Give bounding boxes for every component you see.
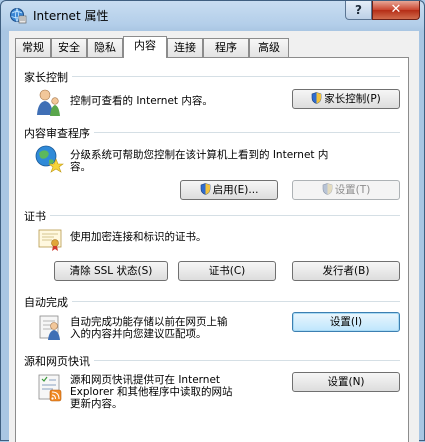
window-title: Internet 属性 [33,9,109,23]
uac-shield-icon [311,92,322,104]
group-divider [28,76,400,77]
enable-button-label: 启用(E)... [212,184,259,196]
content-advisor-icon [35,145,64,173]
uac-shield-icon [200,183,210,195]
feeds-description-line2: Explorer 和其他程序中读取的网站 [70,386,233,398]
internet-properties-window: Internet 属性 ? ✕ 常规 安全 隐私 内容 连接 程序 高级 家长控… [0,0,425,442]
feeds-icon [38,374,62,402]
parental-controls-description: 控制可查看的 Internet 内容。 [70,95,213,107]
help-button[interactable]: ? [345,1,372,20]
feeds-description-line1: 源和网页快讯提供可在 Internet [70,374,221,386]
autocomplete-description-line1: 自动完成功能存储以前在网页上输 [70,316,228,328]
autocomplete-description-line2: 入的内容并向您建议匹配项。 [70,328,207,340]
close-button[interactable]: ✕ [372,1,420,20]
tab-security[interactable]: 安全 [51,38,87,57]
content-advisor-description-line1: 分级系统可帮助您控制在该计算机上看到的 Internet 内 [70,149,329,161]
group-divider [28,301,400,302]
content-advisor-heading: 内容审查程序 [24,125,94,141]
parental-controls-button-label: 家长控制(P) [324,93,381,105]
uac-shield-icon [322,183,332,195]
feeds-description-line3: 更新内容。 [70,398,123,410]
enable-content-advisor-button[interactable]: 启用(E)... [180,180,278,200]
autocomplete-settings-button[interactable]: 设置(I) [292,312,400,332]
publishers-button[interactable]: 发行者(B) [292,261,400,281]
content-advisor-description-line2: 容。 [70,161,91,173]
internet-options-icon [10,8,27,24]
content-tab-panel: 家长控制 控制可查看的 Internet 内容。 家长控制(P) 内容审查程序 … [15,57,409,442]
certificates-button[interactable]: 证书(C) [178,261,276,281]
certificates-heading: 证书 [24,208,50,224]
parental-controls-icon [37,89,60,116]
feeds-heading: 源和网页快讯 [24,353,94,369]
tab-privacy[interactable]: 隐私 [87,38,123,57]
tab-content[interactable]: 内容 [123,36,167,58]
tab-connections[interactable]: 连接 [167,38,203,57]
dialog-client-area: 常规 安全 隐私 内容 连接 程序 高级 家长控制 控制可查看的 Interne… [9,31,419,442]
tab-advanced[interactable]: 高级 [249,38,289,57]
group-divider [28,215,400,216]
settings-button-label: 设置(T) [334,184,371,196]
autocomplete-heading: 自动完成 [24,294,72,310]
content-advisor-settings-button[interactable]: 设置(T) [292,180,400,200]
tab-programs[interactable]: 程序 [203,38,249,57]
clear-ssl-state-button[interactable]: 清除 SSL 状态(S) [54,261,168,281]
certificate-icon [38,229,62,251]
autocomplete-icon [39,315,60,340]
parental-controls-button[interactable]: 家长控制(P) [292,89,400,109]
parental-controls-heading: 家长控制 [24,69,72,85]
title-bar[interactable]: Internet 属性 ? ✕ [1,1,424,29]
certificates-description: 使用加密连接和标识的证书。 [70,231,207,243]
feeds-settings-button[interactable]: 设置(N) [292,372,400,392]
tab-general[interactable]: 常规 [15,38,51,57]
